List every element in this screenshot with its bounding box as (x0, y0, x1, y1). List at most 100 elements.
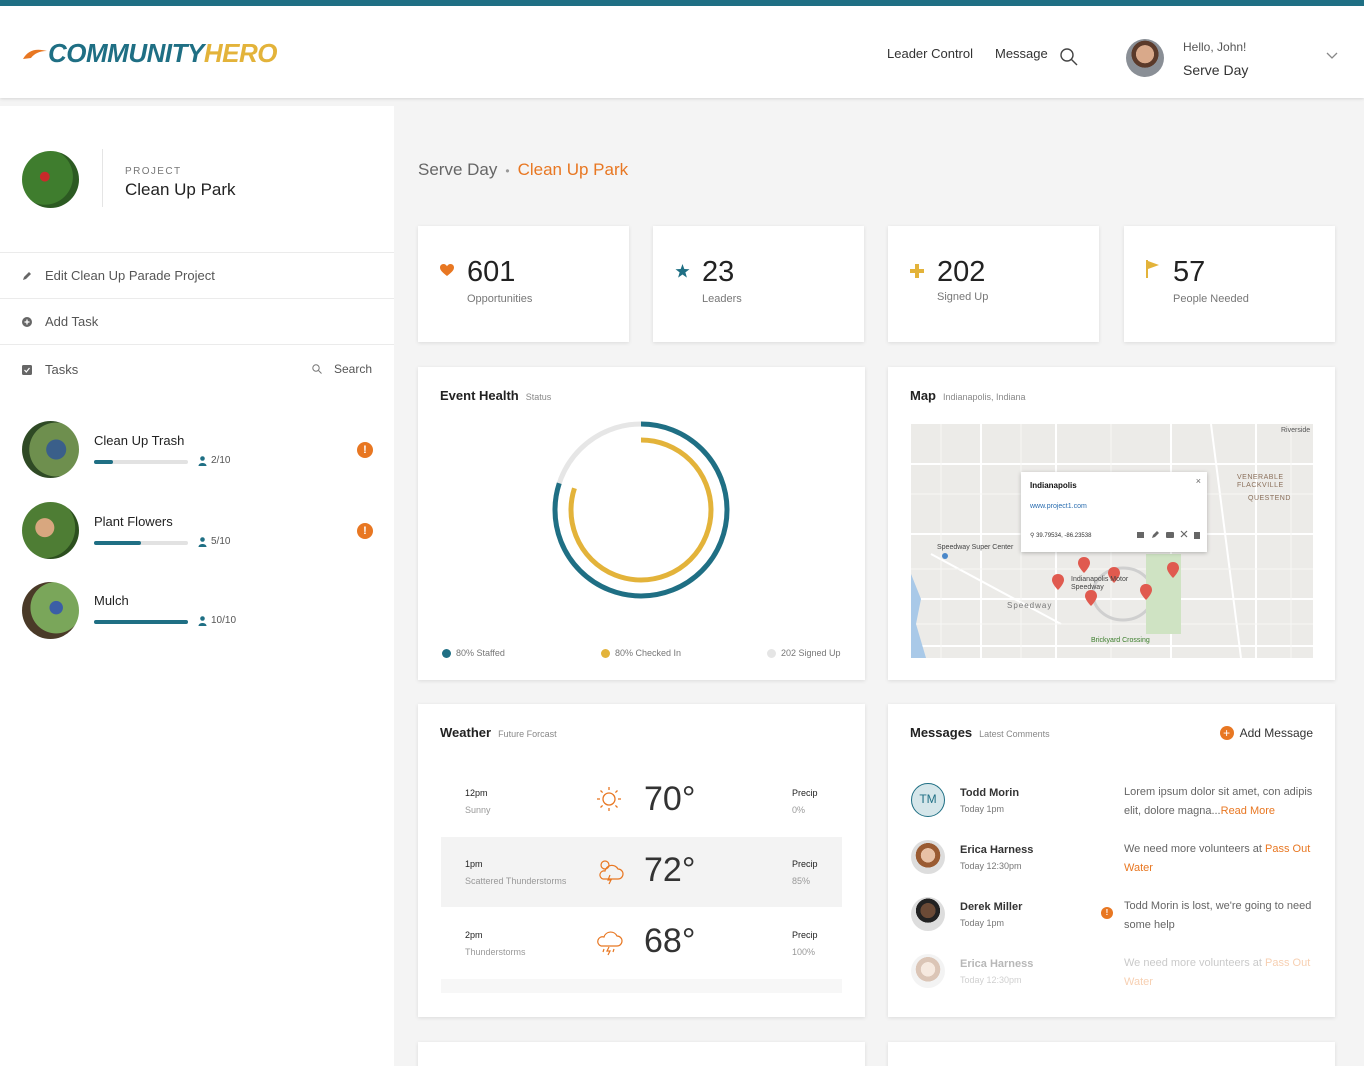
avatar: TM (911, 783, 945, 817)
task-count: 5/10 (198, 536, 230, 547)
stat-label: Opportunities (467, 293, 533, 305)
stat-card-signed-up: 202 Signed Up (888, 226, 1099, 342)
flag-icon (1146, 260, 1159, 278)
task-avatar (22, 502, 79, 559)
greeting: Hello, John! (1183, 40, 1247, 54)
task-count: 10/10 (198, 615, 236, 626)
popup-link[interactable]: www.project1.com (1030, 503, 1087, 510)
card-title: Event Health Status (440, 388, 552, 403)
weather-row-partial (441, 979, 842, 993)
task-count: 2/10 (198, 455, 230, 466)
message-item[interactable]: Derek Miller Today 1pm ! Todd Morin is l… (911, 897, 1316, 949)
logo-hero: HERO (203, 38, 278, 68)
top-bar: COMMUNITY HERO Leader Control Message Hel… (0, 0, 1364, 98)
add-task-button[interactable]: Add Task (0, 298, 394, 344)
read-more-link[interactable]: Read More (1221, 805, 1275, 817)
legend-swatch (601, 648, 610, 658)
card-title: Map Indianapolis, Indiana (910, 388, 1026, 403)
message-item[interactable]: Erica Harness Today 12:30pm We need more… (911, 954, 1316, 1006)
star-icon (675, 264, 690, 278)
map-card: Map Indianapolis, Indiana Speedway Super… (888, 367, 1335, 680)
avatar[interactable] (1126, 39, 1164, 77)
pencil-icon (1152, 531, 1159, 538)
map-label: QUESTEND (1248, 495, 1291, 502)
map-label: Indianapolis Motor Speedway (1071, 576, 1129, 591)
map-label: VENERABLE FLACKVILLE (1237, 474, 1284, 489)
map-label: Speedway Super Center (937, 544, 1014, 551)
search-icon (312, 364, 322, 374)
add-task-label: Add Task (45, 314, 99, 329)
map-popup: × Indianapolis www.project1.com ⚲ 39.795… (1021, 472, 1207, 552)
camera-icon (1166, 532, 1174, 538)
person-icon (198, 536, 207, 547)
main-nav: Leader Control Message (887, 46, 1070, 61)
stat-label: Leaders (702, 293, 742, 305)
card-partial (418, 1042, 865, 1066)
map-label: Riverside (1281, 427, 1311, 434)
breadcrumb-current: Clean Up Park (517, 160, 629, 179)
stat-card-opportunities: 601 Opportunities (418, 226, 629, 342)
stat-value: 202 (937, 256, 986, 288)
trash-icon (1194, 532, 1200, 539)
project-avatar (22, 151, 79, 208)
task-avatar (22, 421, 79, 478)
logo[interactable]: COMMUNITY HERO (22, 38, 277, 69)
task-item[interactable]: Mulch 10/10 (22, 582, 382, 640)
close-icon[interactable]: × (1196, 476, 1201, 486)
legend-swatch (442, 648, 451, 658)
nav-message[interactable]: Message (995, 46, 1048, 61)
person-icon (198, 615, 207, 626)
task-item[interactable]: Clean Up Trash 2/10 ! (22, 421, 382, 479)
search-icon[interactable] (1060, 48, 1078, 66)
add-circle-icon (22, 316, 32, 327)
plus-icon (910, 264, 924, 278)
tasks-header: Tasks Search (0, 344, 394, 394)
sun-icon (597, 787, 621, 811)
message-text: We need more volunteers at Pass Out Wate… (1124, 957, 1311, 988)
add-message-button[interactable]: + Add Message (1219, 726, 1313, 740)
message-item[interactable]: Erica Harness Today 12:30pm We need more… (911, 840, 1316, 892)
project-name: Clean Up Park (125, 180, 236, 199)
weather-row: 2pm Thunderstorms 68° Precip 100% (465, 922, 818, 960)
map-label: Brickyard Crossing (1091, 637, 1150, 644)
message-item[interactable]: TM Todd Morin Today 1pm Lorem ipsum dolo… (911, 783, 1316, 835)
stat-card-people-needed: 57 People Needed (1124, 226, 1335, 342)
nav-leader-control[interactable]: Leader Control (887, 46, 973, 61)
task-progress-fill (94, 460, 113, 464)
breadcrumb-parent[interactable]: Serve Day (418, 160, 497, 179)
card-partial (888, 1042, 1335, 1066)
popup-coords: ⚲ 39.79534, -86.23538 (1030, 533, 1092, 539)
task-search[interactable]: Search (312, 362, 372, 376)
project-kicker: PROJECT (125, 166, 182, 177)
stat-value: 601 (467, 256, 516, 288)
checked-in-ring (568, 437, 714, 583)
weather-card: Weather Future Forcast 12pm Sunny 70° Pre… (418, 704, 865, 1017)
event-health-card: Event Health Status 80% Staffed 80% Check… (418, 367, 865, 680)
edit-project-button[interactable]: Edit Clean Up Parade Project (0, 252, 394, 298)
avatar (911, 840, 945, 874)
card-title: Messages Latest Comments (910, 725, 1050, 740)
task-progress-bar (94, 541, 188, 545)
search-label: Search (333, 362, 372, 376)
message-text: We need more volunteers at Pass Out Wate… (1124, 843, 1311, 874)
logo-community: COMMUNITY (48, 38, 204, 68)
map-view[interactable]: Speedway Super Center Indianapolis Motor… (911, 424, 1313, 658)
person-icon (198, 455, 207, 466)
plus-icon: + (1219, 726, 1234, 740)
tasks-label: Tasks (45, 362, 79, 377)
chevron-down-icon[interactable] (1326, 52, 1338, 60)
task-item[interactable]: Plant Flowers 5/10 ! (22, 502, 382, 560)
stat-card-leaders: 23 Leaders (653, 226, 864, 342)
task-name: Clean Up Trash (94, 433, 185, 448)
avatar (911, 897, 945, 931)
task-progress-fill (94, 541, 141, 545)
fill-icon (1137, 532, 1144, 538)
alert-icon: ! (357, 442, 373, 458)
task-avatar (22, 582, 79, 639)
breadcrumb-separator: • (505, 164, 510, 178)
message-text: Lorem ipsum dolor sit amet, con adipis e… (1124, 786, 1313, 817)
task-progress-fill (94, 620, 188, 624)
card-title: Weather Future Forcast (440, 725, 557, 740)
pencil-icon (23, 271, 31, 280)
legend-checked-in: 80% Checked In (601, 648, 681, 658)
